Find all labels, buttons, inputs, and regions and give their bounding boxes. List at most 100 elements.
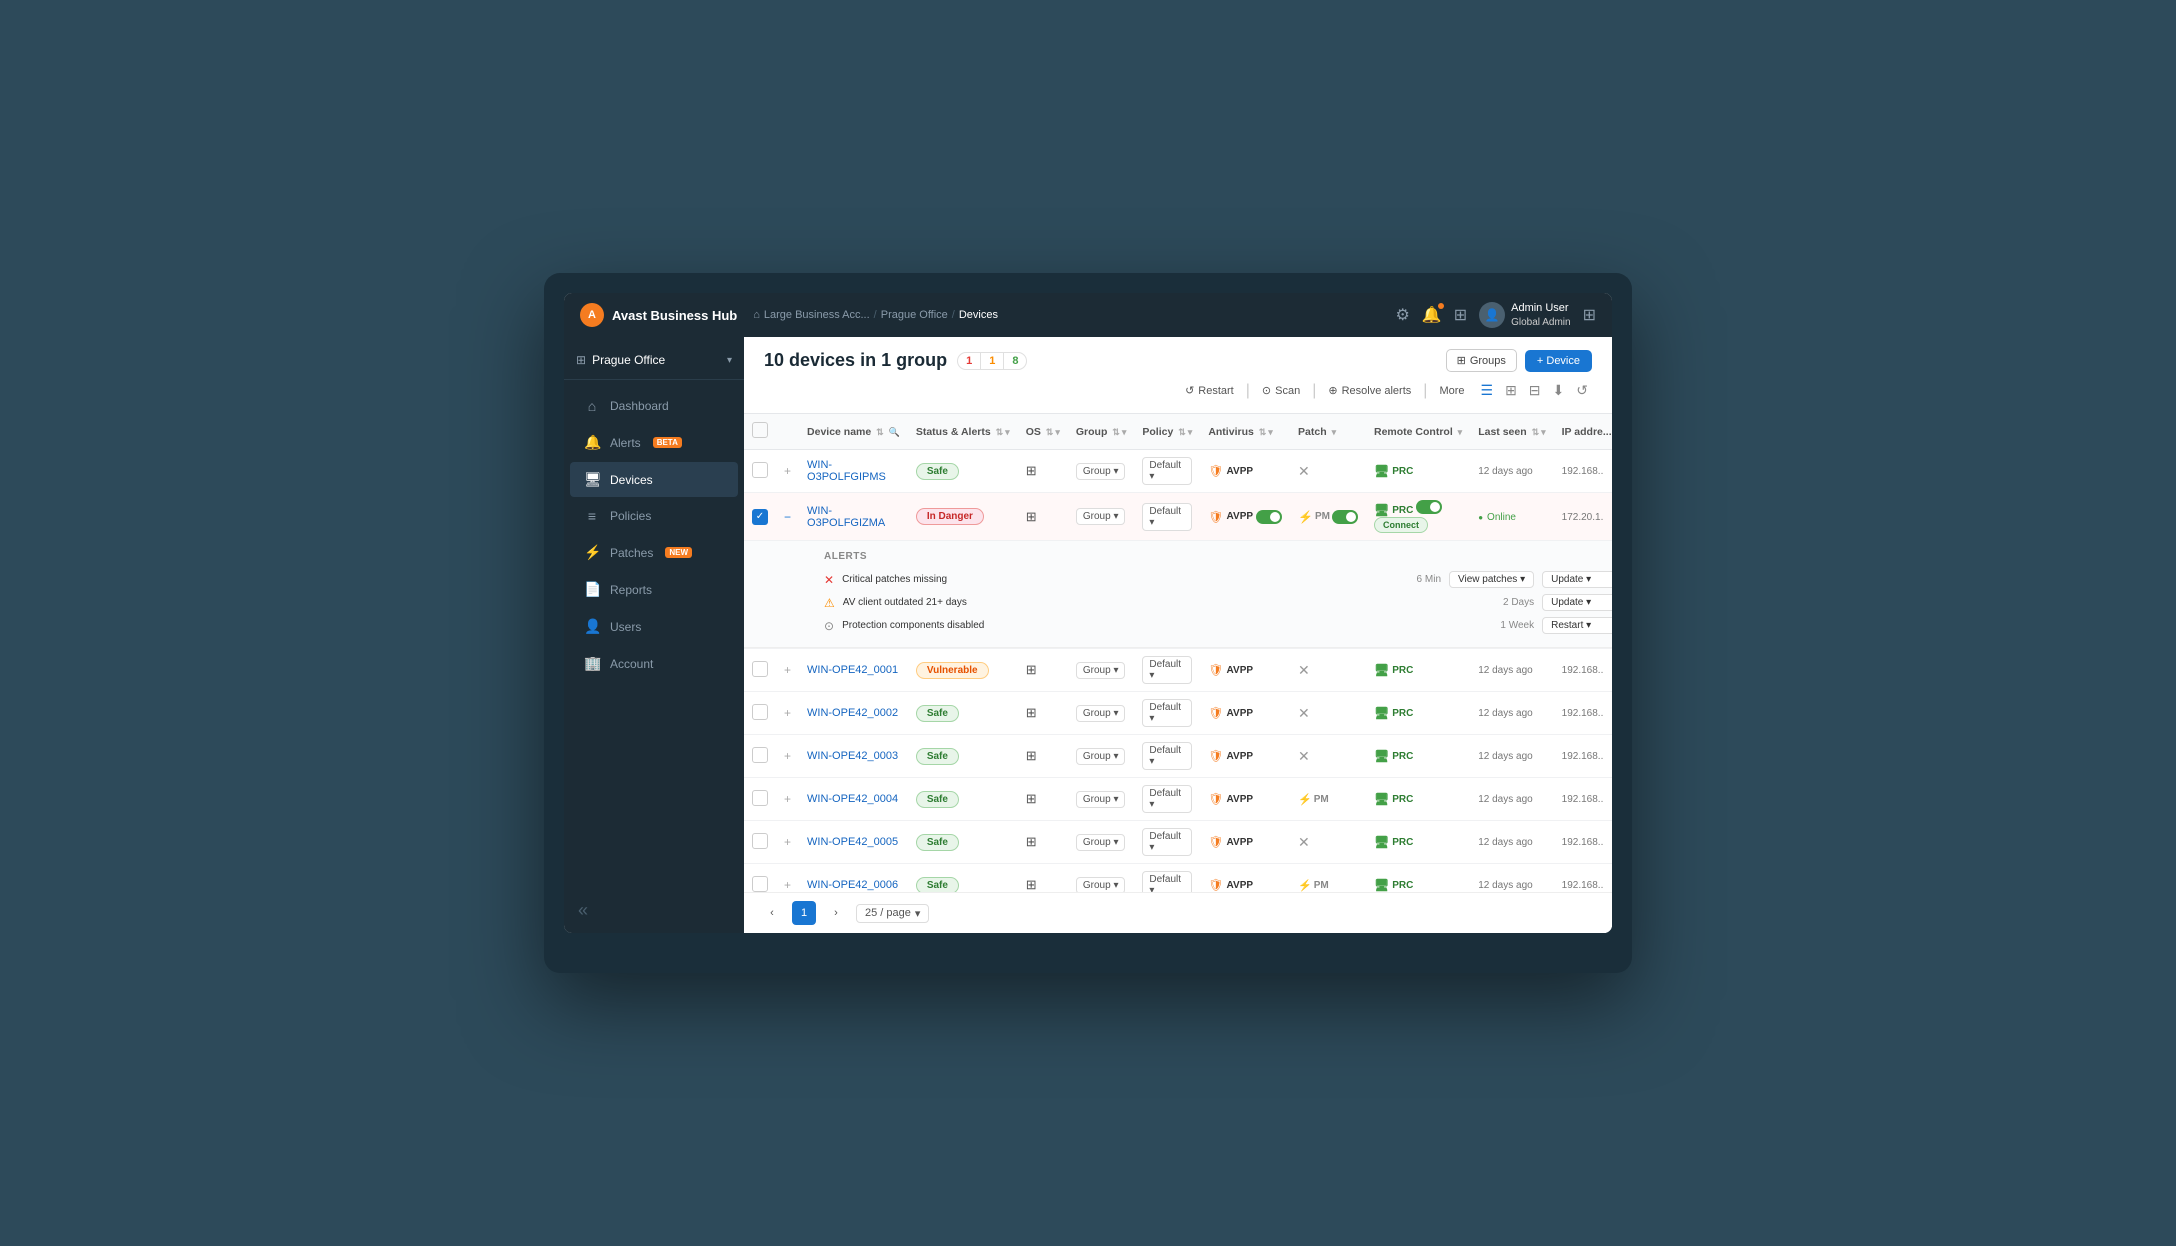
th-checkbox: [744, 414, 776, 450]
device-link[interactable]: WIN-O3POLFGIPMS: [807, 459, 886, 483]
group-select[interactable]: Group ▾: [1076, 877, 1126, 893]
prev-page-button[interactable]: ‹: [760, 901, 784, 925]
device-link[interactable]: WIN-OPE42_0002: [807, 707, 898, 719]
group-select[interactable]: Group ▾: [1076, 508, 1126, 525]
table-row: + WIN-OPE42_0002 Safe ⊞ Group ▾ Default …: [744, 692, 1612, 735]
policy-select[interactable]: Default ▾: [1142, 503, 1192, 531]
th-last-seen[interactable]: Last seen ⇅▾: [1470, 414, 1553, 450]
refresh-button[interactable]: ↺: [1572, 380, 1592, 401]
sidebar-item-account[interactable]: 🏢 Account: [570, 646, 738, 681]
sidebar-collapse-button[interactable]: «: [564, 888, 744, 933]
group-select[interactable]: Group ▾: [1076, 834, 1126, 851]
update-button[interactable]: Update ▾: [1542, 571, 1612, 588]
row-checkbox[interactable]: [752, 747, 768, 763]
more-button[interactable]: More: [1439, 385, 1464, 397]
sidebar-item-reports[interactable]: 📄 Reports: [570, 572, 738, 607]
group-select[interactable]: Group ▾: [1076, 662, 1126, 679]
view-list-button[interactable]: ☰: [1477, 380, 1498, 401]
apps-icon[interactable]: ⊞: [1454, 305, 1467, 325]
device-link[interactable]: WIN-O3POLFGIZMA: [807, 505, 885, 529]
expand-button[interactable]: +: [784, 878, 791, 892]
device-link[interactable]: WIN-OPE42_0004: [807, 793, 898, 805]
th-patch[interactable]: Patch ▾: [1290, 414, 1366, 450]
row-checkbox[interactable]: [752, 833, 768, 849]
device-link[interactable]: WIN-OPE42_0003: [807, 750, 898, 762]
view-grid-button[interactable]: ⊟: [1525, 380, 1545, 401]
policy-select[interactable]: Default ▾: [1142, 871, 1192, 892]
expand-button[interactable]: +: [784, 464, 791, 478]
th-device-name[interactable]: Device name ⇅ 🔍: [799, 414, 908, 450]
device-link[interactable]: WIN-OPE42_0006: [807, 879, 898, 891]
group-select[interactable]: Group ▾: [1076, 463, 1126, 480]
per-page-select[interactable]: 25 / page ▾: [856, 904, 929, 923]
last-seen: 12 days ago: [1478, 751, 1533, 762]
restart-alert-button[interactable]: Restart ▾: [1542, 617, 1612, 634]
th-policy[interactable]: Policy ⇅▾: [1134, 414, 1200, 450]
sidebar-item-dashboard[interactable]: ⌂ Dashboard: [570, 389, 738, 423]
scan-button[interactable]: ⊙ Scan: [1262, 384, 1300, 397]
policy-select[interactable]: Default ▾: [1142, 828, 1192, 856]
sidebar-item-alerts[interactable]: 🔔 Alerts BETA: [570, 425, 738, 460]
th-antivirus[interactable]: Antivirus ⇅▾: [1200, 414, 1290, 450]
sidebar-item-users[interactable]: 👤 Users: [570, 609, 738, 644]
sidebar-item-label: Policies: [610, 509, 651, 523]
th-group[interactable]: Group ⇅▾: [1068, 414, 1135, 450]
expand-button[interactable]: +: [784, 835, 791, 849]
remote-toggle[interactable]: [1416, 500, 1442, 514]
header-checkbox[interactable]: [752, 422, 768, 438]
policy-select[interactable]: Default ▾: [1142, 699, 1192, 727]
notifications-icon[interactable]: 🔔: [1422, 305, 1442, 325]
groups-button[interactable]: ⊞ Groups: [1446, 349, 1517, 372]
resolve-icon: ⊕: [1328, 384, 1337, 397]
page-1-button[interactable]: 1: [792, 901, 816, 925]
th-ip[interactable]: IP addre... ⊞: [1554, 414, 1612, 450]
breadcrumb-org[interactable]: Large Business Acc...: [764, 309, 870, 321]
sidebar-item-patches[interactable]: ⚡ Patches NEW: [570, 535, 738, 570]
expand-button[interactable]: +: [784, 663, 791, 677]
av-toggle[interactable]: [1256, 510, 1282, 524]
expand-button[interactable]: +: [784, 749, 791, 763]
row-checkbox[interactable]: [752, 462, 768, 478]
expand-button[interactable]: −: [784, 510, 791, 524]
next-page-button[interactable]: ›: [824, 901, 848, 925]
patch-toggle[interactable]: [1332, 510, 1358, 524]
policy-select[interactable]: Default ▾: [1142, 656, 1192, 684]
grid-icon[interactable]: ⊞: [1583, 305, 1596, 325]
policy-select[interactable]: Default ▾: [1142, 457, 1192, 485]
expand-button[interactable]: +: [784, 706, 791, 720]
scan-label: Scan: [1275, 385, 1300, 397]
device-link[interactable]: WIN-OPE42_0001: [807, 664, 898, 676]
restart-button[interactable]: ↺ Restart: [1185, 384, 1234, 397]
th-remote[interactable]: Remote Control ▾: [1366, 414, 1470, 450]
cell-device-name: WIN-O3POLFGIPMS: [799, 450, 908, 493]
row-checkbox[interactable]: [752, 876, 768, 892]
expand-button[interactable]: +: [784, 792, 791, 806]
group-select[interactable]: Group ▾: [1076, 791, 1126, 808]
update-av-button[interactable]: Update ▾: [1542, 594, 1612, 611]
th-status[interactable]: Status & Alerts ⇅▾: [908, 414, 1018, 450]
row-checkbox[interactable]: [752, 790, 768, 806]
group-select[interactable]: Group ▾: [1076, 748, 1126, 765]
policy-select[interactable]: Default ▾: [1142, 742, 1192, 770]
row-checkbox[interactable]: [752, 704, 768, 720]
settings-icon[interactable]: ⚙: [1395, 305, 1409, 325]
sidebar-org[interactable]: ⊞ Prague Office ▾: [564, 345, 744, 380]
sidebar-item-devices[interactable]: 🖥 Devices: [570, 462, 738, 497]
resolve-alerts-button[interactable]: ⊕ Resolve alerts: [1328, 384, 1411, 397]
th-os[interactable]: OS ⇅▾: [1018, 414, 1068, 450]
view-patches-button[interactable]: View patches ▾: [1449, 571, 1534, 588]
view-compact-button[interactable]: ⊞: [1501, 380, 1521, 401]
breadcrumb-office[interactable]: Prague Office: [881, 309, 948, 321]
table-row: + WIN-OPE42_0006 Safe ⊞ Group ▾ Default …: [744, 864, 1612, 893]
download-button[interactable]: ⬇: [1549, 380, 1569, 401]
row-checkbox[interactable]: [752, 661, 768, 677]
policy-select[interactable]: Default ▾: [1142, 785, 1192, 813]
group-select[interactable]: Group ▾: [1076, 705, 1126, 722]
table-row: + WIN-OPE42_0003 Safe ⊞ Group ▾ Default …: [744, 735, 1612, 778]
row-checkbox[interactable]: ✓: [752, 509, 768, 525]
bell-icon: 🔔: [584, 434, 600, 451]
add-device-button[interactable]: + Device: [1525, 350, 1592, 372]
connect-button[interactable]: Connect: [1374, 517, 1428, 533]
sidebar-item-policies[interactable]: ≡ Policies: [570, 499, 738, 533]
device-link[interactable]: WIN-OPE42_0005: [807, 836, 898, 848]
